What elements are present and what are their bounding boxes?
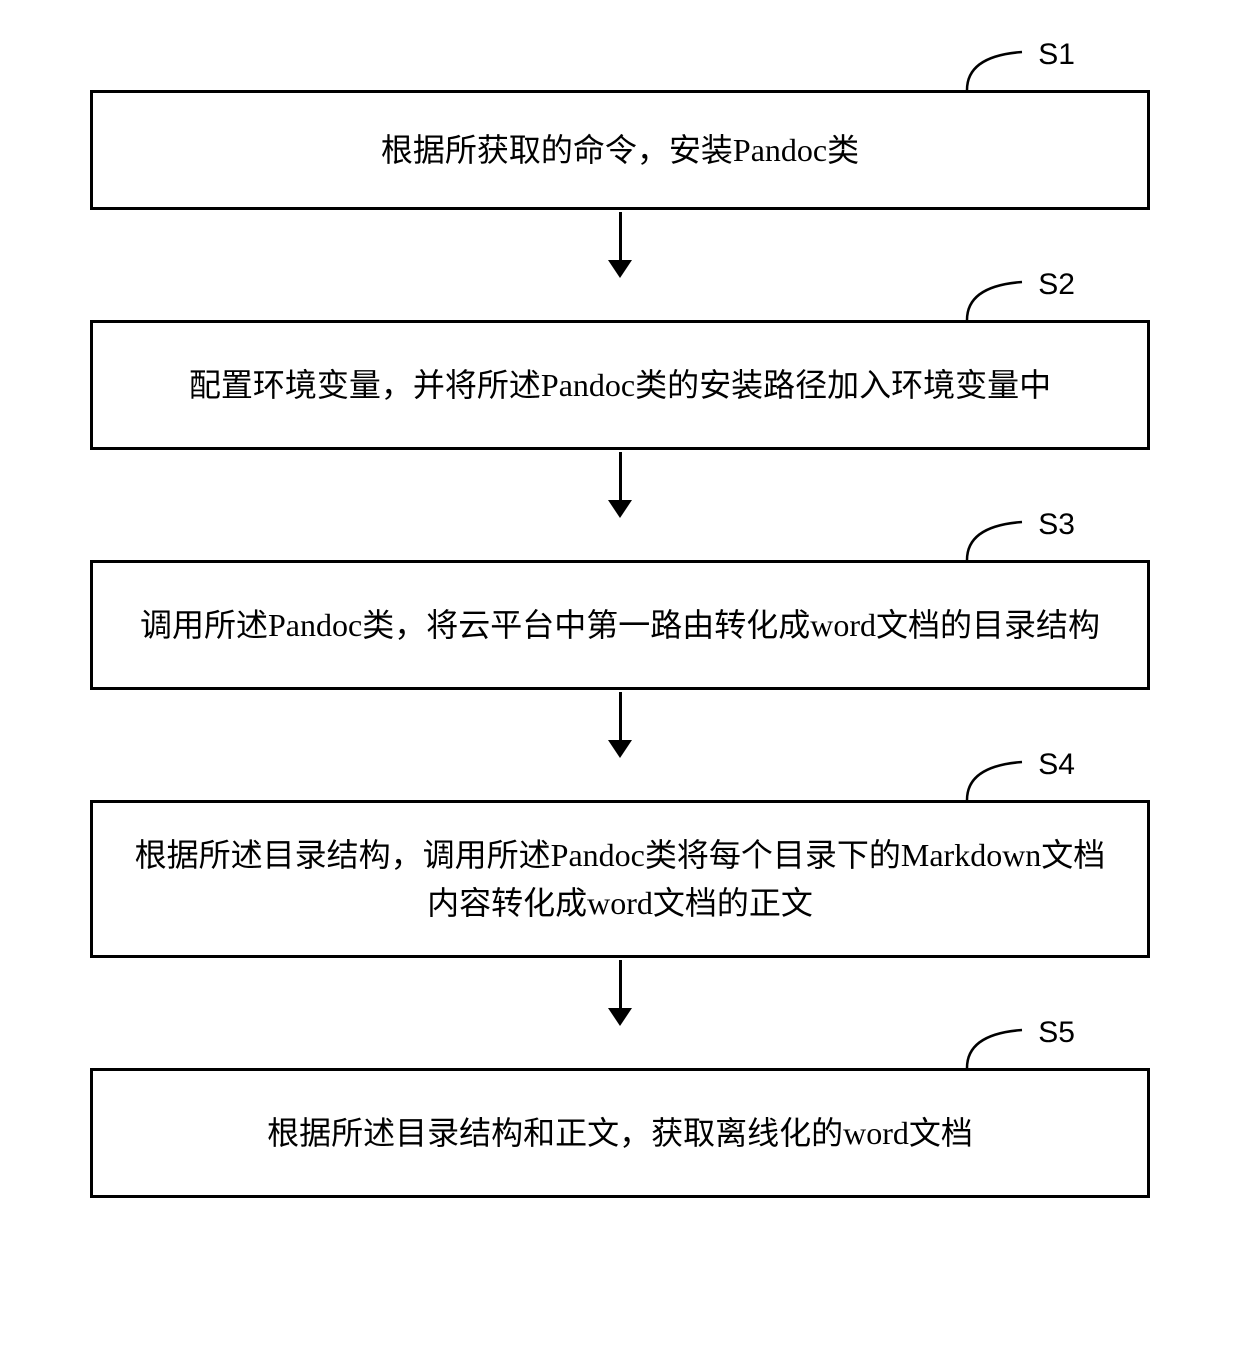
arrow-head-1 xyxy=(608,260,632,278)
connector-curve-2 xyxy=(962,276,1032,320)
step-box-5: 根据所述目录结构和正文，获取离线化的word文档 xyxy=(90,1068,1150,1198)
arrow-1 xyxy=(608,210,632,280)
label-wrapper-4: S4 xyxy=(962,756,1075,800)
step-label-2: S2 xyxy=(1038,268,1075,302)
flowchart-container: S1 根据所获取的命令，安装Pandoc类 S2 配置环境变量，并将所述Pand… xyxy=(60,40,1180,1198)
arrow-line-2 xyxy=(619,452,622,502)
label-wrapper-2: S2 xyxy=(962,276,1075,320)
label-wrapper-5: S5 xyxy=(962,1024,1075,1068)
step-label-4: S4 xyxy=(1038,748,1075,782)
arrow-head-3 xyxy=(608,740,632,758)
arrow-head-2 xyxy=(608,500,632,518)
step-text-1: 根据所获取的命令，安装Pandoc类 xyxy=(381,126,859,174)
arrow-4 xyxy=(608,958,632,1028)
step-container-5: S5 根据所述目录结构和正文，获取离线化的word文档 xyxy=(60,1068,1180,1198)
step-box-1: 根据所获取的命令，安装Pandoc类 xyxy=(90,90,1150,210)
arrow-line-4 xyxy=(619,960,622,1010)
step-text-3: 调用所述Pandoc类，将云平台中第一路由转化成word文档的目录结构 xyxy=(140,601,1100,649)
step-text-4: 根据所述目录结构，调用所述Pandoc类将每个目录下的Markdown文档内容转… xyxy=(123,831,1117,927)
arrow-2 xyxy=(608,450,632,520)
arrow-line-3 xyxy=(619,692,622,742)
connector-curve-1 xyxy=(962,46,1032,90)
step-box-2: 配置环境变量，并将所述Pandoc类的安装路径加入环境变量中 xyxy=(90,320,1150,450)
connector-curve-3 xyxy=(962,516,1032,560)
step-container-4: S4 根据所述目录结构，调用所述Pandoc类将每个目录下的Markdown文档… xyxy=(60,800,1180,958)
step-container-3: S3 调用所述Pandoc类，将云平台中第一路由转化成word文档的目录结构 xyxy=(60,560,1180,690)
step-label-1: S1 xyxy=(1038,38,1075,72)
label-wrapper-1: S1 xyxy=(962,46,1075,90)
step-text-2: 配置环境变量，并将所述Pandoc类的安装路径加入环境变量中 xyxy=(189,361,1051,409)
arrow-3 xyxy=(608,690,632,760)
label-wrapper-3: S3 xyxy=(962,516,1075,560)
connector-curve-5 xyxy=(962,1024,1032,1068)
connector-curve-4 xyxy=(962,756,1032,800)
step-box-4: 根据所述目录结构，调用所述Pandoc类将每个目录下的Markdown文档内容转… xyxy=(90,800,1150,958)
step-text-5: 根据所述目录结构和正文，获取离线化的word文档 xyxy=(267,1109,973,1157)
step-box-3: 调用所述Pandoc类，将云平台中第一路由转化成word文档的目录结构 xyxy=(90,560,1150,690)
arrow-line-1 xyxy=(619,212,622,262)
step-container-1: S1 根据所获取的命令，安装Pandoc类 xyxy=(60,90,1180,210)
arrow-head-4 xyxy=(608,1008,632,1026)
step-label-3: S3 xyxy=(1038,508,1075,542)
step-label-5: S5 xyxy=(1038,1016,1075,1050)
step-container-2: S2 配置环境变量，并将所述Pandoc类的安装路径加入环境变量中 xyxy=(60,320,1180,450)
